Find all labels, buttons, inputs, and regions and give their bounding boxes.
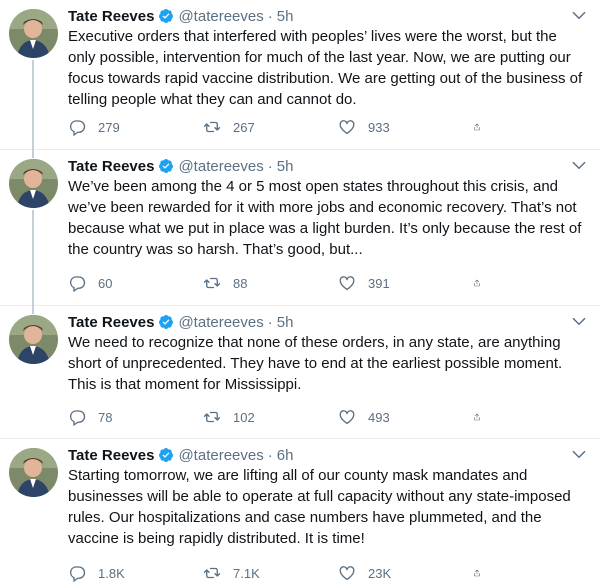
retweet-icon	[203, 121, 221, 133]
retweet-button[interactable]: 7.1K	[203, 564, 338, 582]
like-button[interactable]: 933	[338, 118, 473, 136]
share-icon	[474, 413, 480, 421]
tweet-actions: 78 102 493	[68, 407, 508, 427]
author-handle[interactable]: @tatereeves	[178, 8, 263, 25]
reply-button[interactable]: 78	[68, 408, 203, 426]
like-count: 493	[368, 409, 390, 425]
retweet-icon	[203, 277, 221, 289]
share-icon	[474, 123, 480, 131]
tweet-time[interactable]: 5h	[277, 8, 294, 25]
verified-badge-icon	[158, 447, 174, 463]
tweet-header: Tate Reeves @tatereeves · 5h	[68, 312, 293, 332]
more-icon[interactable]	[568, 310, 590, 332]
retweet-count: 7.1K	[233, 565, 260, 581]
retweet-count: 102	[233, 409, 255, 425]
retweet-button[interactable]: 102	[203, 408, 338, 426]
author-handle[interactable]: @tatereeves	[178, 447, 263, 464]
reply-icon	[70, 120, 86, 136]
author-name[interactable]: Tate Reeves	[68, 8, 154, 25]
avatar[interactable]	[9, 448, 58, 497]
reply-button[interactable]: 60	[68, 274, 203, 292]
tweet[interactable]: Tate Reeves @tatereeves · 5h We need to …	[0, 306, 600, 439]
tweet-time[interactable]: 6h	[277, 447, 294, 464]
more-icon[interactable]	[568, 443, 590, 465]
reply-button[interactable]: 1.8K	[68, 564, 203, 582]
avatar[interactable]	[9, 315, 58, 364]
separator-dot: ·	[267, 313, 273, 331]
reply-icon	[70, 410, 86, 426]
tweet-thread: Tate Reeves @tatereeves · 5h Executive o…	[0, 0, 600, 588]
tweet-text: Executive orders that interfered with pe…	[68, 28, 583, 108]
author-name[interactable]: Tate Reeves	[68, 314, 154, 331]
share-button[interactable]	[473, 118, 493, 136]
tweet-header: Tate Reeves @tatereeves · 6h	[68, 445, 293, 465]
thread-line	[32, 306, 34, 314]
like-button[interactable]: 493	[338, 408, 473, 426]
verified-badge-icon	[158, 158, 174, 174]
reply-count: 78	[98, 409, 113, 425]
retweet-button[interactable]: 88	[203, 274, 338, 292]
reply-button[interactable]: 279	[68, 118, 203, 136]
share-button[interactable]	[473, 564, 493, 582]
author-handle[interactable]: @tatereeves	[178, 158, 263, 175]
retweet-icon	[203, 411, 221, 423]
like-icon	[339, 120, 355, 135]
tweet-header: Tate Reeves @tatereeves · 5h	[68, 156, 293, 176]
author-name[interactable]: Tate Reeves	[68, 158, 154, 175]
reply-icon	[70, 276, 86, 292]
share-icon	[474, 569, 480, 577]
avatar[interactable]	[9, 159, 58, 208]
tweet[interactable]: Tate Reeves @tatereeves · 5h Executive o…	[0, 0, 600, 150]
retweet-button[interactable]: 267	[203, 118, 338, 136]
retweet-count: 88	[233, 275, 248, 291]
thread-line	[32, 210, 34, 306]
tweet-time[interactable]: 5h	[277, 158, 294, 175]
separator-dot: ·	[267, 157, 273, 175]
author-handle[interactable]: @tatereeves	[178, 314, 263, 331]
like-icon	[339, 276, 355, 291]
more-icon[interactable]	[568, 154, 590, 176]
tweet-actions: 1.8K 7.1K 23K	[68, 563, 508, 583]
like-button[interactable]: 23K	[338, 564, 473, 582]
reply-count: 279	[98, 119, 120, 135]
like-button[interactable]: 391	[338, 274, 473, 292]
like-count: 933	[368, 119, 390, 135]
like-count: 391	[368, 275, 390, 291]
thread-line	[32, 150, 34, 158]
tweet-actions: 279 267 933	[68, 117, 508, 137]
retweet-count: 267	[233, 119, 255, 135]
tweet-text: We need to recognize that none of these …	[68, 334, 563, 393]
avatar[interactable]	[9, 9, 58, 58]
tweet-actions: 60 88 391	[68, 273, 508, 293]
reply-count: 60	[98, 275, 113, 291]
reply-count: 1.8K	[98, 565, 125, 581]
tweet[interactable]: Tate Reeves @tatereeves · 6h Starting to…	[0, 439, 600, 588]
retweet-icon	[203, 567, 221, 579]
share-icon	[474, 279, 480, 287]
like-icon	[339, 566, 355, 581]
tweet-time[interactable]: 5h	[277, 314, 294, 331]
verified-badge-icon	[158, 314, 174, 330]
reply-icon	[70, 566, 86, 582]
separator-dot: ·	[267, 446, 273, 464]
more-icon[interactable]	[568, 4, 590, 26]
tweet[interactable]: Tate Reeves @tatereeves · 5h We’ve been …	[0, 150, 600, 306]
separator-dot: ·	[267, 7, 273, 25]
tweet-text: Starting tomorrow, we are lifting all of…	[68, 467, 571, 547]
tweet-header: Tate Reeves @tatereeves · 5h	[68, 6, 293, 26]
thread-line	[32, 60, 34, 150]
like-count: 23K	[368, 565, 392, 581]
author-name[interactable]: Tate Reeves	[68, 447, 154, 464]
verified-badge-icon	[158, 8, 174, 24]
like-icon	[339, 410, 355, 425]
share-button[interactable]	[473, 274, 493, 292]
share-button[interactable]	[473, 408, 493, 426]
tweet-text: We’ve been among the 4 or 5 most open st…	[68, 178, 582, 258]
